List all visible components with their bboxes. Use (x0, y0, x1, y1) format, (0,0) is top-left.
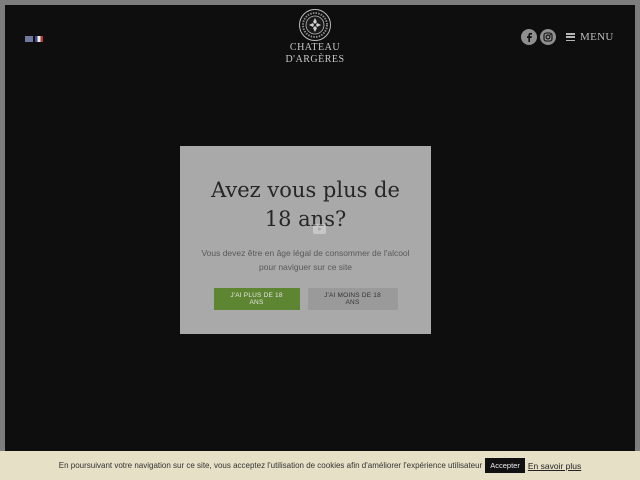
modal-description: Vous devez être en âge légal de consomme… (201, 248, 410, 272)
modal-title-line-1: Avez vous plus de (211, 178, 400, 202)
under-18-button[interactable]: J'AI MOINS DE 18 ANS (307, 288, 398, 310)
hamburger-icon (566, 33, 575, 41)
cookie-more-link[interactable]: En savoir plus (528, 461, 581, 471)
menu-button[interactable]: MENU (566, 31, 614, 43)
logo-line-2: D'ARGÈRES (285, 54, 345, 65)
over-18-button[interactable]: J'AI PLUS DE 18 ANS (213, 288, 300, 310)
crest-icon (299, 9, 331, 41)
modal-title: Avez vous plus de 18 ans? (180, 176, 431, 234)
instagram-icon[interactable] (540, 29, 556, 45)
modal-title-line-2: 18 ans? (264, 207, 347, 231)
menu-label: MENU (580, 31, 614, 43)
site-logo[interactable]: CHATEAU D'ARGÈRES (260, 8, 370, 66)
logo-line-1: CHATEAU (289, 42, 341, 53)
cookie-bar: En poursuivant votre navigation sur ce s… (0, 451, 640, 480)
french-flag-icon[interactable] (35, 36, 43, 42)
english-flag-icon[interactable] (25, 36, 33, 42)
facebook-icon[interactable] (521, 29, 537, 45)
social-links (521, 29, 556, 45)
cookie-accept-button[interactable]: Accepter (485, 458, 525, 473)
play-icon (313, 224, 326, 234)
age-verification-modal: Avez vous plus de 18 ans? Vous devez êtr… (180, 146, 431, 334)
language-switcher[interactable] (25, 36, 43, 42)
cookie-text: En poursuivant votre navigation sur ce s… (58, 461, 483, 470)
modal-actions: J'AI PLUS DE 18 ANS J'AI MOINS DE 18 ANS (180, 288, 431, 310)
